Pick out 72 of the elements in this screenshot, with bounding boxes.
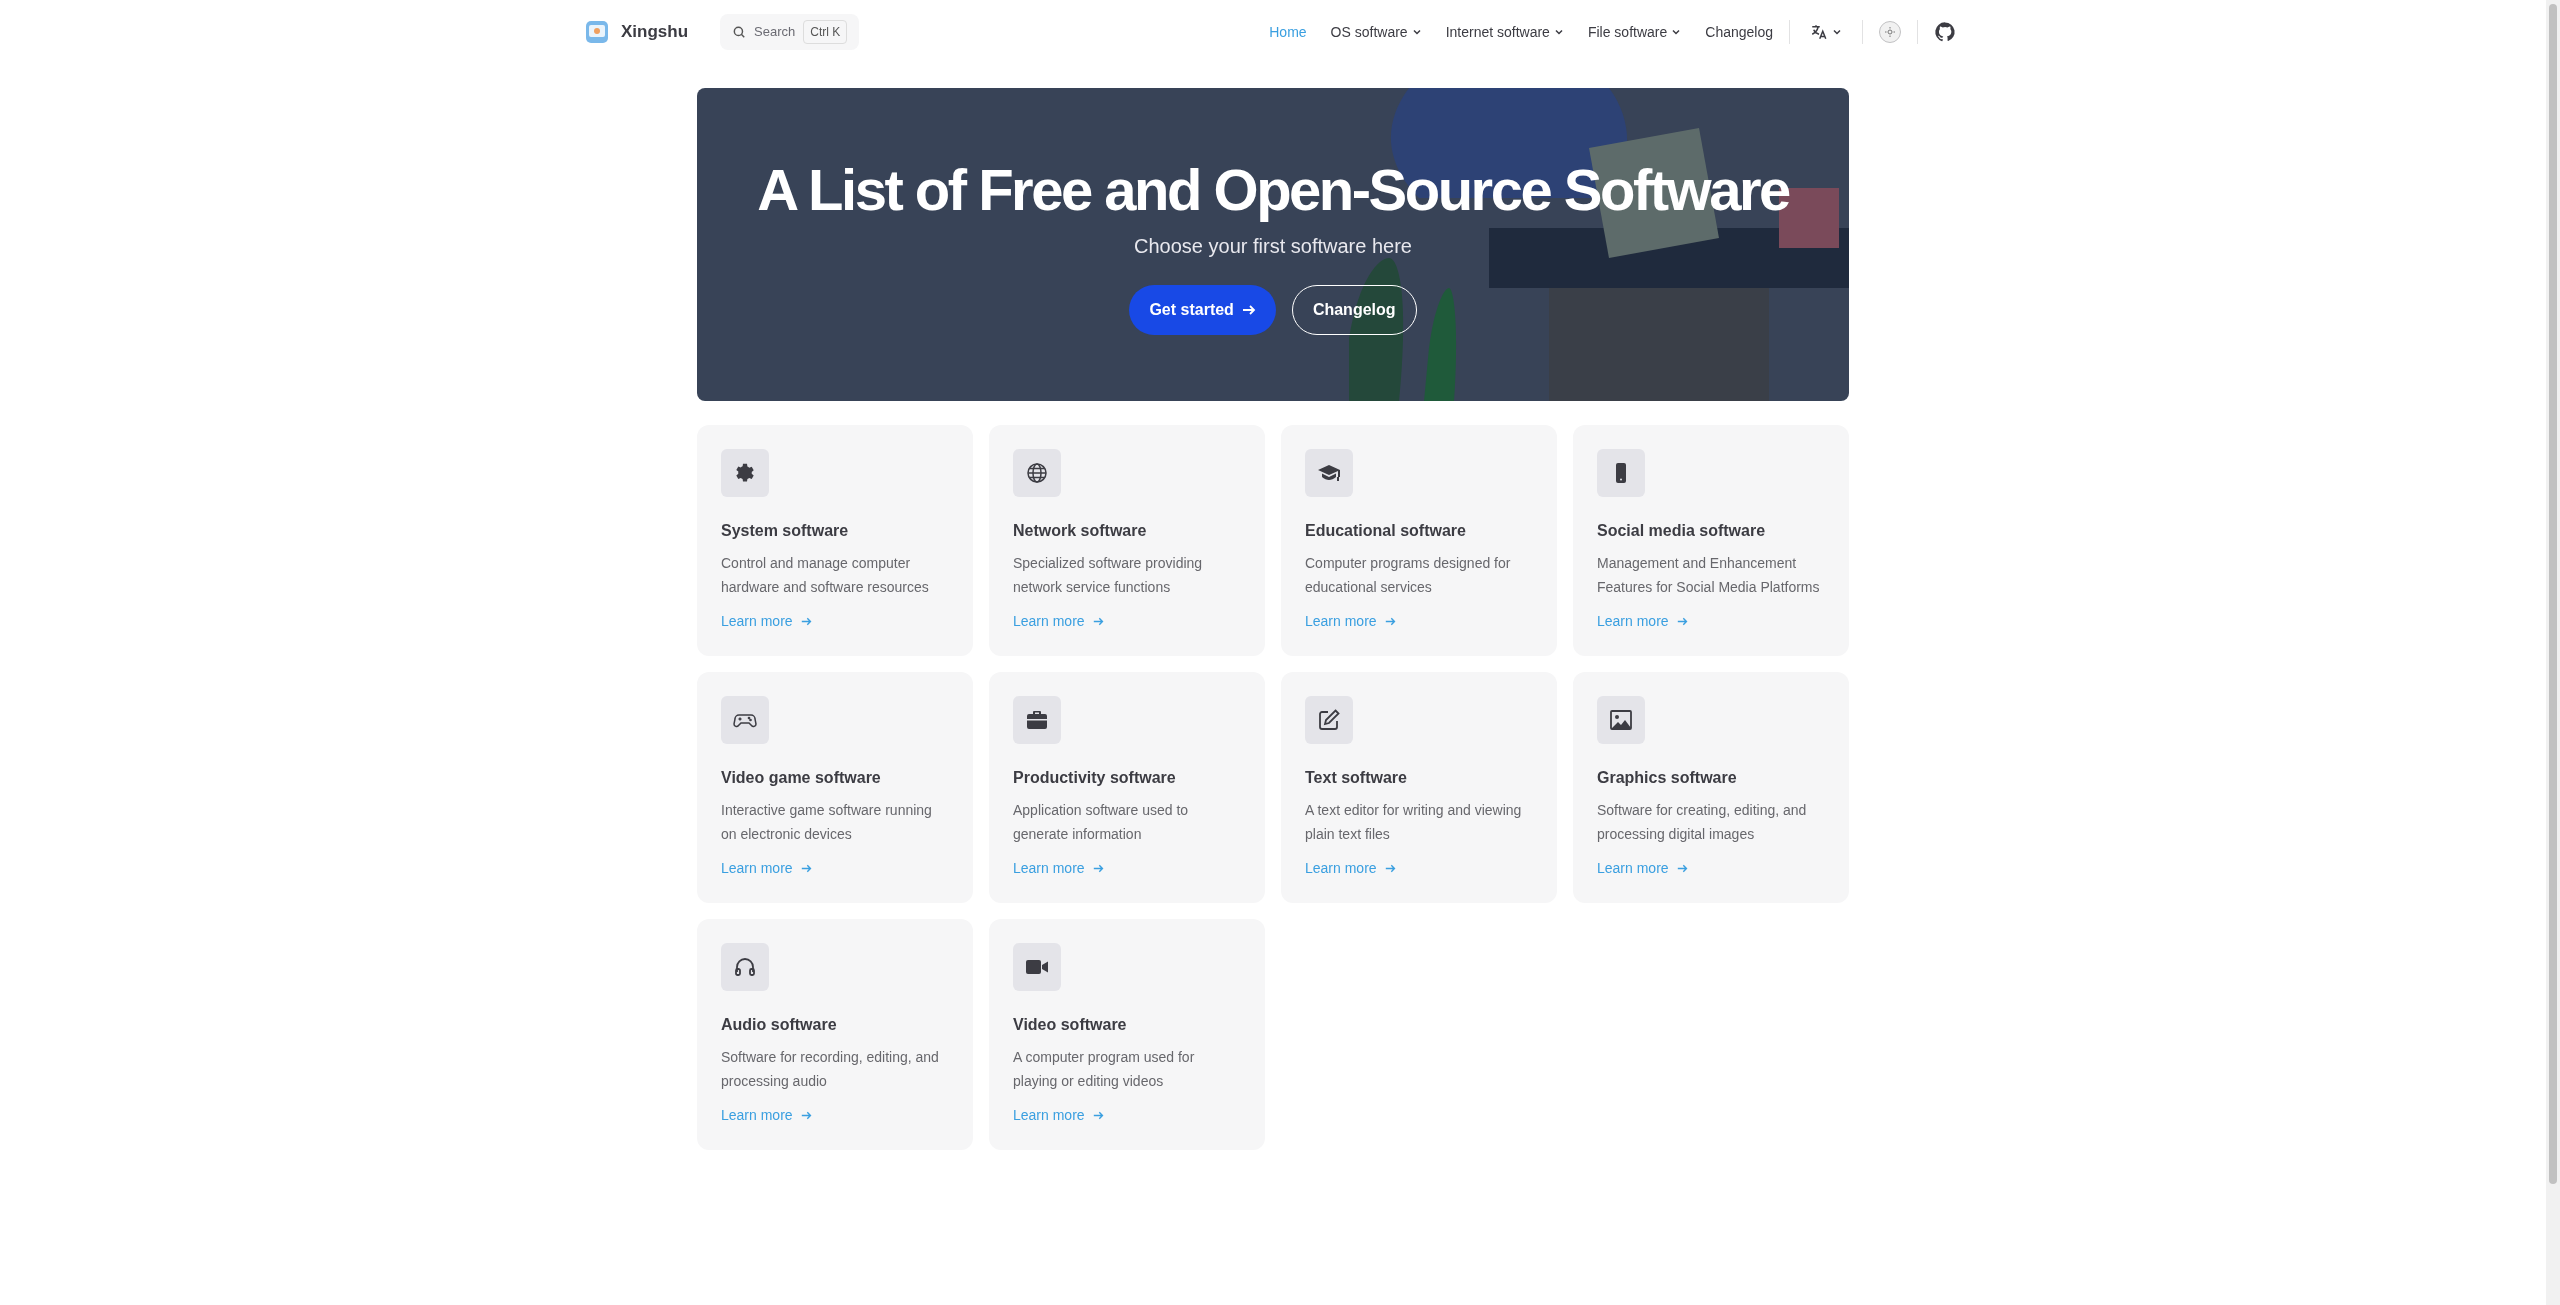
card-description: Application software used to generate information [1013,801,1190,844]
nav-dropdown[interactable]: File software [1587,21,1682,43]
card-title: Video software [1013,1015,1128,1035]
phone-icon [1597,449,1645,497]
edit-icon [1305,696,1353,744]
translate-icon [1810,23,1828,41]
hero-title: A List of Free and Open-Source Software [757,156,1789,225]
category-card[interactable]: Video game software Interactive game software running on electronic devices Learn more [697,672,973,903]
chevron-down-icon [1553,27,1564,37]
arrow-right-icon [1676,863,1688,874]
site-name[interactable]: Xingshu [621,19,689,45]
search-icon [732,25,747,39]
logo-icon[interactable] [585,20,609,44]
arrow-right-icon [800,1110,812,1121]
category-card[interactable]: System software Control and manage computer hardware and software resources Learn more [697,425,973,656]
category-card[interactable]: Productivity software Application software used to generate information Learn more [989,672,1265,903]
category-card[interactable]: Social media software Management and Enhancement Features for Social Media Platforms Learn more [1573,425,1849,656]
card-title: Social media software [1597,521,1767,541]
theme-toggle[interactable] [1879,21,1901,43]
arrow-right-icon [800,863,812,874]
card-title: Educational software [1305,521,1467,541]
category-card[interactable]: Video software A computer program used for playing or editing videos Learn more [989,919,1265,1150]
arrow-right-icon [1241,302,1256,317]
video-camera-icon [1013,943,1061,991]
chevron-down-icon [1832,27,1842,37]
card-title: Productivity software [1013,768,1177,788]
gamepad-icon [721,696,769,744]
hero-subtitle: Choose your first software here [1134,233,1412,259]
nav-dropdown[interactable]: Internet software [1445,21,1564,43]
card-title: Audio software [721,1015,838,1035]
card-description: Specialized software providing network service functions [1013,554,1204,597]
card-description: Computer programs designed for educational services [1305,554,1512,597]
gear-icon [721,449,769,497]
card-title: Video game software [721,768,882,788]
card-description: Interactive game software running on electronic devices [721,801,933,844]
headphones-icon [721,943,769,991]
card-description: Software for creating, editing, and processing digital images [1597,801,1808,844]
card-title: Text software [1305,768,1408,788]
arrow-right-icon [1384,616,1396,627]
card-description: Software for recording, editing, and processing audio [721,1048,940,1091]
arrow-right-icon [1676,616,1688,627]
nav-dropdown[interactable]: OS software [1330,21,1422,43]
arrow-right-icon [1384,863,1396,874]
card-description: Management and Enhancement Features for Social Media Platforms [1597,554,1821,597]
chevron-down-icon [1671,27,1682,37]
arrow-right-icon [1092,863,1104,874]
category-card[interactable]: Text software A text editor for writing and viewing plain text files Learn more [1281,672,1557,903]
arrow-right-icon [800,616,812,627]
graduation-cap-icon [1305,449,1353,497]
category-card[interactable]: Educational software Computer programs designed for educational services Learn more [1281,425,1557,656]
card-title: System software [721,521,850,541]
card-description: Control and manage computer hardware and software resources [721,554,930,597]
category-card[interactable]: Graphics software Software for creating, editing, and processing digital images Learn more [1573,672,1849,903]
card-description: A computer program used for playing or editing videos [1013,1048,1196,1091]
shortcut-key: Ctrl K [803,20,848,44]
briefcase-icon [1013,696,1061,744]
get-started-button[interactable]: Get started [1129,284,1276,335]
nav-link[interactable]: Changelog [1705,21,1773,43]
card-description: A text editor for writing and viewing plain text files [1305,801,1523,844]
github-icon[interactable] [1934,21,1956,43]
category-card[interactable]: Audio software Software for recording, editing, and processing audio Learn more [697,919,973,1150]
category-card[interactable]: Network software Specialized software providing network service functions Learn more [989,425,1265,656]
scrollbar[interactable] [2546,0,2560,1305]
globe-icon [1013,449,1061,497]
search-button[interactable]: Search Ctrl K [720,14,860,50]
card-title: Graphics software [1597,768,1738,788]
arrow-right-icon [1092,616,1104,627]
arrow-right-icon [1092,1110,1104,1121]
card-title: Network software [1013,521,1148,541]
sun-icon [1885,27,1895,37]
image-icon [1597,696,1645,744]
chevron-down-icon [1411,27,1422,37]
